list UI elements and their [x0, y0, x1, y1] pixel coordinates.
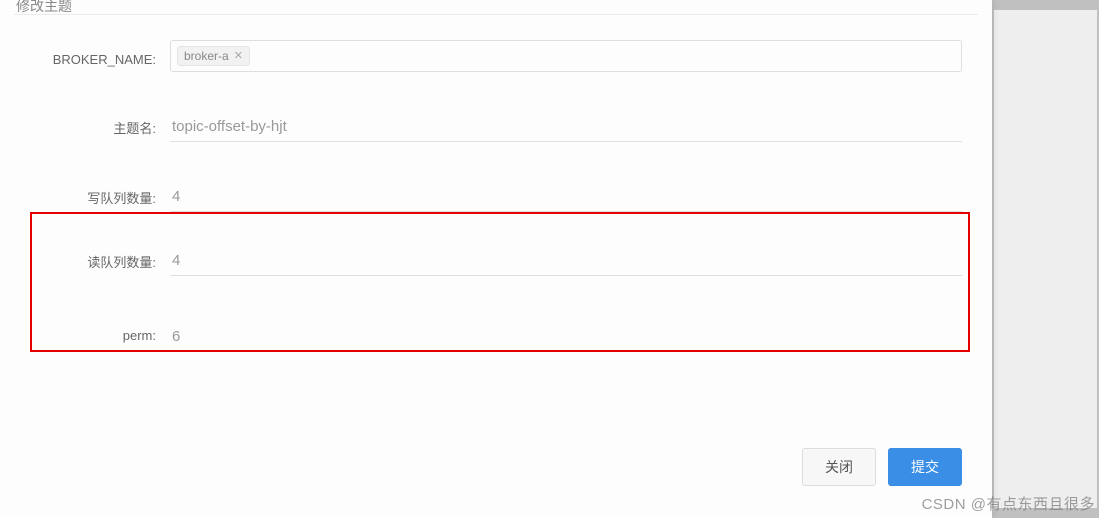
- close-icon[interactable]: ✕: [234, 51, 243, 62]
- row-read-queue: 读队列数量:: [30, 246, 962, 276]
- topic-name-input[interactable]: [170, 112, 962, 142]
- read-queue-input[interactable]: [170, 246, 962, 276]
- label-write-queue: 写队列数量:: [30, 182, 170, 207]
- write-queue-input[interactable]: [170, 182, 962, 212]
- modify-topic-modal: 修改主题 BROKER_NAME: broker-a ✕ 主题名: 写队列数量:: [0, 0, 992, 518]
- perm-input[interactable]: [170, 322, 962, 352]
- close-button[interactable]: 关闭: [802, 448, 876, 486]
- modal-divider: [14, 14, 978, 15]
- modal-footer: 关闭 提交: [802, 448, 962, 486]
- broker-tag[interactable]: broker-a ✕: [177, 46, 250, 66]
- row-perm: perm:: [30, 322, 962, 352]
- label-read-queue: 读队列数量:: [30, 246, 170, 271]
- label-topic-name: 主题名:: [30, 112, 170, 137]
- row-write-queue: 写队列数量:: [30, 182, 962, 212]
- row-topic-name: 主题名:: [30, 112, 962, 142]
- label-perm: perm:: [30, 322, 170, 343]
- page-background-inner: [994, 10, 1097, 508]
- page-background-bar: [992, 0, 1099, 518]
- submit-button[interactable]: 提交: [888, 448, 962, 486]
- broker-tag-label: broker-a: [184, 49, 229, 63]
- broker-name-select[interactable]: broker-a ✕: [170, 40, 962, 72]
- label-broker-name: BROKER_NAME:: [30, 40, 170, 67]
- form: BROKER_NAME: broker-a ✕ 主题名: 写队列数量:: [30, 40, 962, 392]
- row-broker-name: BROKER_NAME: broker-a ✕: [30, 40, 962, 72]
